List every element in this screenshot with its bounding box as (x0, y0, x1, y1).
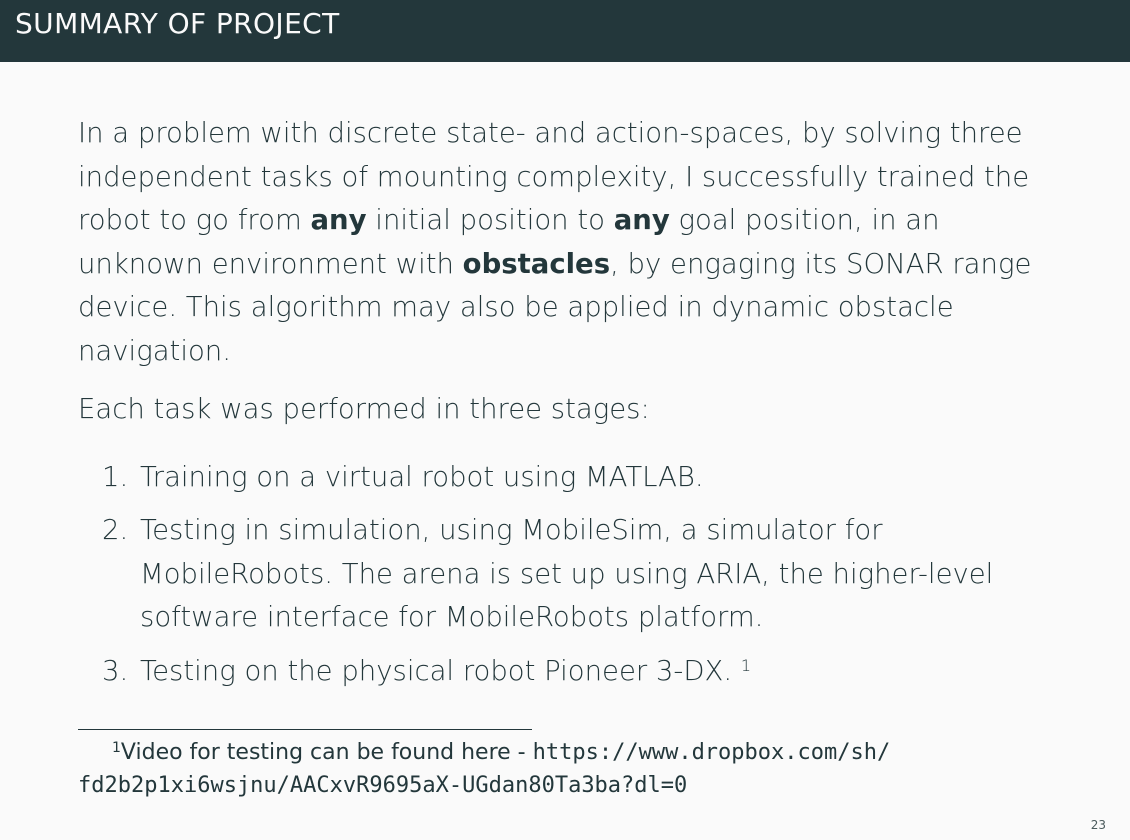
footnote-line-2: fd2b2p1xi6wsjnu/AACxvR9695aX-UGdan80Ta3b… (78, 769, 1078, 802)
footnote-reference[interactable]: 1 (741, 656, 751, 675)
footnote-mark: 1 (112, 740, 121, 756)
list-number: 2. (102, 514, 129, 546)
summary-text-2: initial position to (366, 204, 614, 236)
emphasis-obstacles: obstacles (462, 247, 611, 280)
footnote-link-continued[interactable]: fd2b2p1xi6wsjnu/AACxvR9695aX-UGdan80Ta3b… (78, 773, 687, 798)
list-item-text: Testing in simulation, using MobileSim, … (140, 514, 994, 633)
list-item: 2. Testing in simulation, using MobileSi… (78, 509, 1068, 640)
slide-title: SUMMARY OF PROJECT (15, 7, 340, 40)
list-number: 3. (102, 654, 129, 687)
list-item-text: Testing on the physical robot Pioneer 3-… (140, 654, 733, 687)
page-number: 23 (1090, 818, 1106, 832)
list-item: 1. Training on a virtual robot using MAT… (78, 456, 1068, 500)
slide-content: In a problem with discrete state- and ac… (78, 112, 1068, 703)
list-item-text: Training on a virtual robot using MATLAB… (140, 460, 704, 493)
emphasis-any-1: any (310, 204, 367, 236)
footnote-line-1: 1Video for testing can be found here - h… (78, 736, 1078, 769)
list-number: 1. (102, 460, 129, 493)
header-bar: SUMMARY OF PROJECT (0, 0, 1130, 62)
footnote-link[interactable]: https://www.dropbox.com/sh/ (533, 740, 891, 765)
footnote-divider (78, 729, 532, 730)
footnote: 1Video for testing can be found here - h… (78, 736, 1078, 802)
stages-list: 1. Training on a virtual robot using MAT… (78, 456, 1068, 694)
list-item: 3. Testing on the physical robot Pioneer… (78, 650, 1068, 694)
summary-paragraph: In a problem with discrete state- and ac… (78, 112, 1068, 373)
footnote-text: Video for testing can be found here - (120, 740, 533, 765)
stages-intro: Each task was performed in three stages: (78, 393, 650, 425)
emphasis-any-2: any (613, 204, 670, 236)
